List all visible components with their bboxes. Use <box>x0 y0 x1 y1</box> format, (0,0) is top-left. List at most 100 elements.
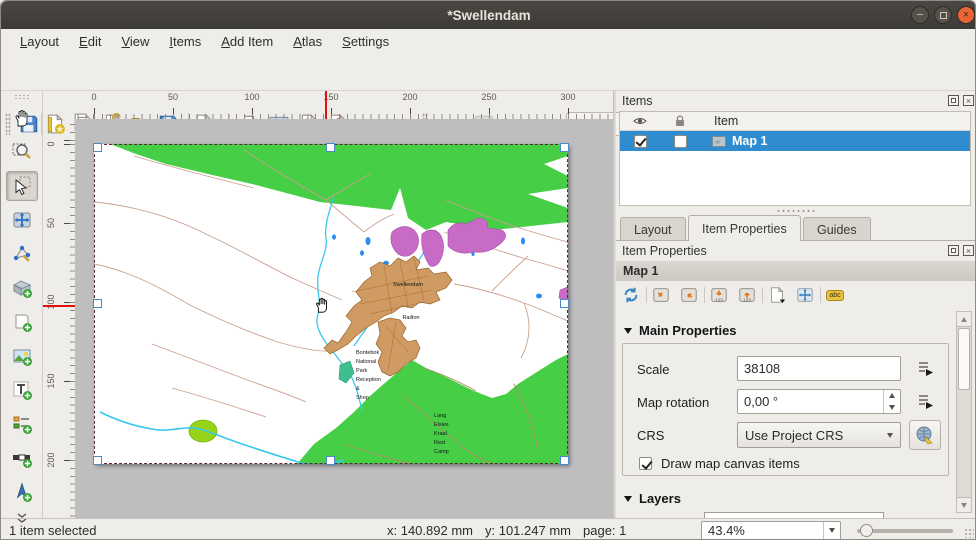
move-item-content-button[interactable] <box>6 205 38 235</box>
labeling-settings-button[interactable]: abc <box>824 284 846 306</box>
status-bar: 1 item selected x: 140.892 mm y: 101.247… <box>1 518 976 540</box>
item-properties-panel-title: Item Properties <box>622 244 707 258</box>
crs-select-button[interactable] <box>909 420 941 450</box>
select-move-item-button[interactable] <box>6 171 38 201</box>
zoom-slider-handle[interactable] <box>860 524 873 537</box>
main-properties-section-header[interactable]: Main Properties <box>624 323 737 338</box>
map-label-suburb: Railton <box>390 314 432 323</box>
resize-handle-sw[interactable] <box>93 456 102 465</box>
selected-item-title-bar: Map 1 <box>616 261 976 281</box>
draw-canvas-items-checkbox[interactable] <box>639 457 652 470</box>
scroll-up-button[interactable] <box>957 312 971 327</box>
toolbar-grip[interactable] <box>14 94 30 100</box>
menu-layout[interactable]: Layout <box>11 31 68 52</box>
menu-view[interactable]: View <box>112 31 158 52</box>
update-map-preview-button[interactable] <box>620 284 642 306</box>
dock-splitter-handle[interactable] <box>776 209 816 213</box>
scale-data-defined-button[interactable] <box>911 356 939 380</box>
add-map-button[interactable] <box>6 273 38 303</box>
close-button[interactable]: × <box>957 6 975 24</box>
minimize-button[interactable]: − <box>911 6 929 24</box>
zoom-combo-dropdown[interactable] <box>823 522 840 539</box>
add-legend-button[interactable] <box>6 409 38 439</box>
ruler-tick-label: 300 <box>556 92 580 102</box>
rotation-spinbox[interactable]: 0,00 ° <box>737 389 901 414</box>
visibility-checkbox[interactable] <box>634 135 647 148</box>
tab-item-properties[interactable]: Item Properties <box>688 215 801 241</box>
menu-edit[interactable]: Edit <box>70 31 110 52</box>
crs-combo-dropdown[interactable] <box>880 433 900 438</box>
scale-input[interactable]: 38108 <box>737 356 901 381</box>
title-bar: *Swellendam − × <box>1 1 976 29</box>
layers-label: Layers <box>639 491 681 506</box>
map-item[interactable] <box>94 144 568 464</box>
data-defined-icon <box>915 358 935 378</box>
spin-down-icon <box>889 405 895 410</box>
layout-page[interactable]: Swellendam Railton Bontebok National Par… <box>94 144 568 464</box>
add-picture-button[interactable] <box>6 341 38 371</box>
layers-section-header[interactable]: Layers <box>624 491 681 506</box>
items-panel-close-button[interactable]: × <box>963 95 974 106</box>
ruler-tick-label: 200 <box>398 92 422 102</box>
cursor-x: x: 140.892 mm <box>387 523 473 538</box>
add-scalebar-icon <box>12 448 32 468</box>
layout-canvas[interactable]: Swellendam Railton Bontebok National Par… <box>75 119 613 518</box>
crs-value: Use Project CRS <box>738 428 880 443</box>
add-north-arrow-button[interactable] <box>6 477 38 507</box>
spin-up-icon <box>889 393 895 398</box>
interactively-edit-map-extent-button[interactable] <box>794 284 816 306</box>
hand-icon <box>12 108 32 128</box>
resize-handle-n[interactable] <box>326 143 335 152</box>
hand-cursor <box>313 296 331 314</box>
add-label-button[interactable] <box>6 375 38 405</box>
ruler-tick-label: 50 <box>161 92 185 102</box>
item-properties-close-button[interactable]: × <box>963 245 974 256</box>
view-map-scale-in-canvas-button[interactable]: 123 <box>736 284 758 306</box>
cursor-x-marker <box>325 91 327 119</box>
zoom-level-combo[interactable]: 43.4% <box>701 521 841 540</box>
items-panel-float-button[interactable] <box>948 95 959 106</box>
tab-layout[interactable]: Layout <box>620 217 686 241</box>
add-label-icon <box>12 380 32 400</box>
lock-checkbox[interactable] <box>674 135 687 148</box>
resize-handle-ne[interactable] <box>560 143 569 152</box>
edit-nodes-icon <box>12 244 32 264</box>
set-map-extent-to-canvas-button[interactable] <box>650 284 672 306</box>
dropdown-arrow-icon <box>829 528 835 533</box>
menu-items[interactable]: Items <box>160 31 210 52</box>
select-arrow-icon <box>12 176 32 196</box>
menu-add-item[interactable]: Add Item <box>212 31 282 52</box>
map1-item-row[interactable]: Map 1 <box>620 131 970 151</box>
pan-tool-button[interactable] <box>6 103 38 133</box>
rotation-data-defined-button[interactable] <box>911 389 939 413</box>
tab-guides[interactable]: Guides <box>803 217 871 241</box>
view-map-extent-in-canvas-button[interactable] <box>678 284 700 306</box>
resize-grip[interactable] <box>964 528 974 538</box>
resize-handle-e[interactable] <box>560 299 569 308</box>
edit-nodes-item-button[interactable] <box>6 239 38 269</box>
resize-handle-s[interactable] <box>326 456 335 465</box>
menu-atlas[interactable]: Atlas <box>284 31 331 52</box>
zoom-tool-button[interactable] <box>6 137 38 167</box>
resize-handle-w[interactable] <box>93 299 102 308</box>
resize-handle-se[interactable] <box>560 456 569 465</box>
rotation-spin-buttons[interactable] <box>883 390 900 413</box>
scrollbar-thumb[interactable] <box>958 328 970 390</box>
svg-text:123: 123 <box>715 297 723 302</box>
map-item-label: Map 1 <box>732 134 767 148</box>
add-map-icon <box>12 278 32 298</box>
set-map-scale-to-canvas-button[interactable]: 123 <box>708 284 730 306</box>
zoom-slider[interactable] <box>857 529 953 533</box>
item-properties-float-button[interactable] <box>948 245 959 256</box>
resize-handle-nw[interactable] <box>93 143 102 152</box>
add-shape-button[interactable] <box>6 307 38 337</box>
cursor-coordinates: x: 140.892 mm y: 101.247 mm page: 1 <box>387 523 626 538</box>
crs-combo[interactable]: Use Project CRS <box>737 422 901 448</box>
add-scalebar-button[interactable] <box>6 443 38 473</box>
properties-scrollbar[interactable] <box>956 311 972 513</box>
menu-settings[interactable]: Settings <box>333 31 398 52</box>
scroll-down-button[interactable] <box>957 497 971 512</box>
selected-item-title: Map 1 <box>623 264 658 278</box>
set-extent-from-bookmark-button[interactable] <box>766 284 788 306</box>
maximize-button[interactable] <box>934 6 952 24</box>
